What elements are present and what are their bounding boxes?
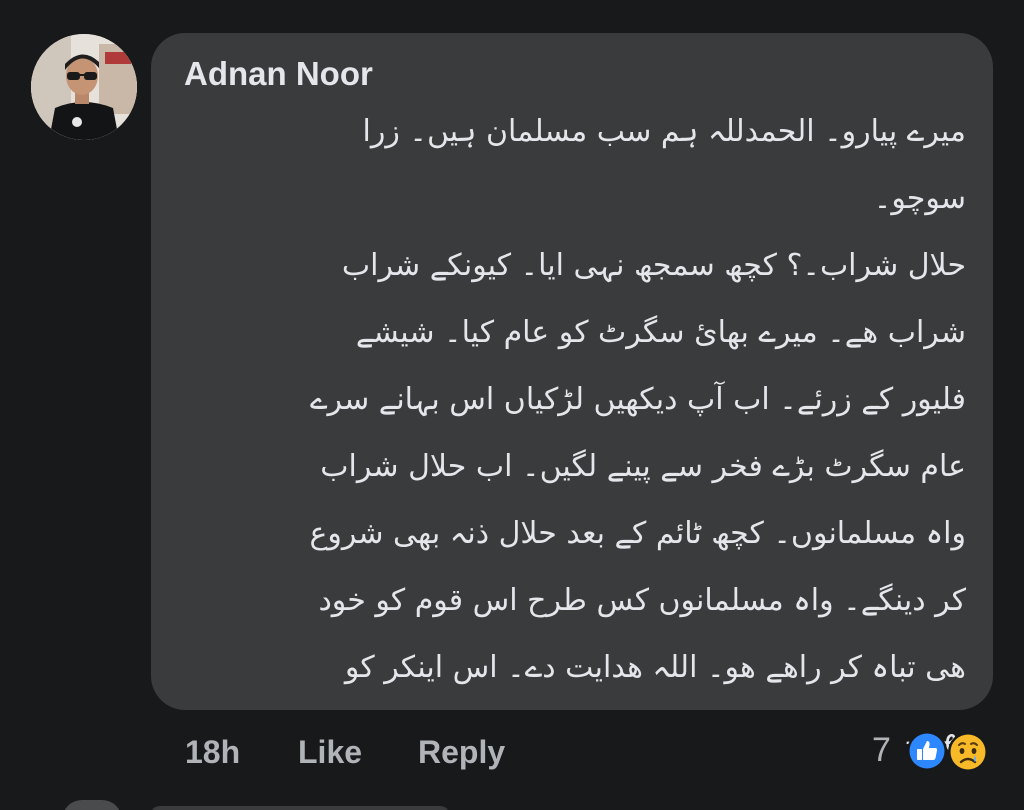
next-comment-avatar bbox=[62, 800, 122, 810]
author-avatar[interactable] bbox=[31, 34, 137, 140]
comment-text-line: کر دینگے۔ واہ مسلمانوں کس طرح اس قوم کو … bbox=[318, 583, 966, 618]
next-comment-bubble bbox=[150, 806, 450, 810]
comment-text-line: ھی تباہ کر راھے ھو۔ اللہ ھدایت دے۔ اس ای… bbox=[344, 650, 966, 685]
comment-author-name[interactable]: Adnan Noor bbox=[184, 54, 373, 94]
comment-text-line: واہ مسلمانوں۔ کچھ ٹائم کے بعد حلال ذنہ ب… bbox=[309, 516, 966, 551]
like-button[interactable]: Like bbox=[298, 730, 362, 774]
comment-text-line: بھی۔ bbox=[176, 701, 966, 768]
sad-reaction-icon bbox=[948, 732, 988, 772]
comment-text: میرے پیارو۔ الحمدللہ ہم سب مسلمان ہیں۔ ز… bbox=[176, 98, 966, 768]
comment-text-line: شراب ھے۔ میرے بھائ سگرٹ کو عام کیا۔ شیشے bbox=[355, 315, 966, 350]
comment-text-line: سوچو۔ bbox=[873, 181, 966, 216]
comment-timestamp[interactable]: 18h bbox=[185, 730, 240, 774]
reply-button[interactable]: Reply bbox=[418, 730, 505, 774]
reaction-count: 7 bbox=[872, 731, 891, 769]
avatar-photo bbox=[31, 34, 137, 140]
comment-text-line: عام سگرٹ بڑے فخر سے پینے لگیں۔ اب حلال ش… bbox=[320, 449, 966, 484]
comment-text-line: میرے پیارو۔ الحمدللہ ہم سب مسلمان ہیں۔ ز… bbox=[362, 114, 966, 149]
like-reaction-icon bbox=[907, 731, 947, 771]
comment-text-line: حلال شراب۔؟ کچھ سمجھ نہی ایا۔ کیونکے شرا… bbox=[341, 248, 966, 283]
comment-text-line: فلیور کے زرئے۔ اب آپ دیکھیں لڑکیاں اس بہ… bbox=[309, 382, 966, 417]
